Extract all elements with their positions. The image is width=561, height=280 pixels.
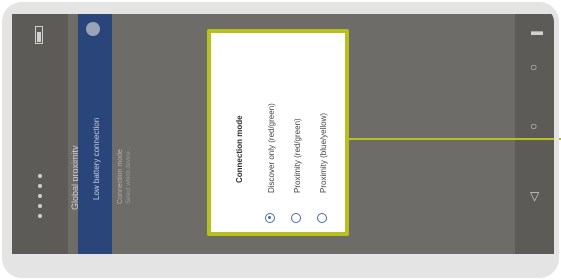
option-label: Discover only (red/green) <box>267 103 276 193</box>
recent-apps-icon[interactable]: ○ <box>530 119 537 133</box>
list-item-subtitle: Select which device... <box>126 146 132 204</box>
settings-icon[interactable] <box>86 22 100 36</box>
option-label: Proximity (red/green) <box>293 118 302 193</box>
option-label: Proximity (blue/yellow) <box>319 112 328 193</box>
navigation-bar: ▬ ○ ○ ▽ <box>515 14 557 254</box>
screenshot-frame: Global proximity Low battery connection … <box>0 0 561 280</box>
radio-button[interactable] <box>317 213 327 223</box>
list-item-title[interactable]: Connection mode <box>117 149 124 204</box>
dialog-title: Connection mode <box>235 115 244 183</box>
menu-icon[interactable]: ▽ <box>530 189 539 203</box>
signal-icon <box>38 174 58 244</box>
back-icon[interactable]: ▬ <box>531 24 543 38</box>
status-bar <box>12 14 68 254</box>
app-bar-title: Low battery connection <box>92 117 101 200</box>
callout-line <box>349 138 561 140</box>
connection-mode-dialog: Connection mode Discover only (red/green… <box>207 29 349 236</box>
home-icon[interactable]: ○ <box>530 60 537 74</box>
battery-icon <box>35 26 43 44</box>
radio-button[interactable] <box>265 213 275 223</box>
radio-button[interactable] <box>291 213 301 223</box>
